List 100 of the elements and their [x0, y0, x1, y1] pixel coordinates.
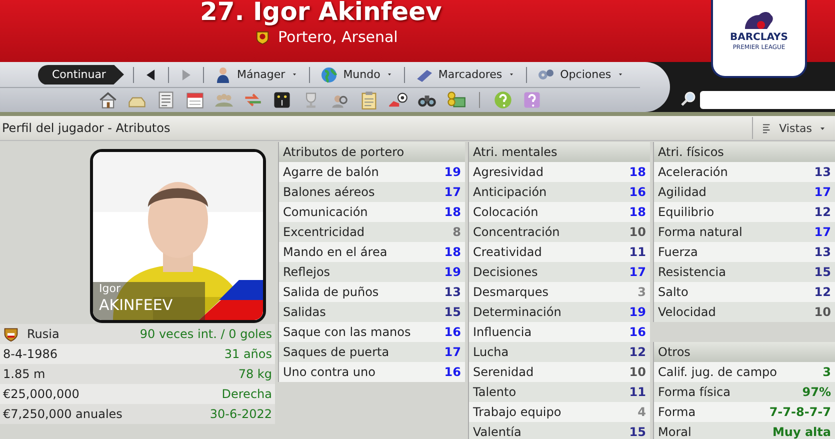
attribute-name: Serenidad — [473, 365, 534, 379]
attribute-name: Creatividad — [473, 245, 542, 259]
attribute-name: Mando en el área — [283, 245, 388, 259]
attribute-name: Anticipación — [473, 185, 547, 199]
logo-text: BARCLAYS — [730, 32, 788, 44]
attribute-name: Calif. jug. de campo — [658, 365, 777, 379]
attribute-value: 16 — [629, 325, 646, 339]
attribute-name: Desmarques — [473, 285, 548, 299]
attribute-value: Muy alta — [772, 425, 831, 439]
attribute-value: 17 — [814, 185, 831, 199]
info-text: €7,250,000 anuales — [3, 407, 122, 421]
info-text: 1.85 m — [3, 367, 46, 381]
attribute-value: 4 — [638, 405, 646, 419]
home-icon[interactable] — [98, 90, 118, 110]
menu-button[interactable]: Mundo — [319, 66, 396, 84]
info-value: 30-6-2022 — [210, 407, 272, 421]
attribute-name: Aceleración — [658, 165, 728, 179]
attribute-name: Agarre de balón — [283, 165, 379, 179]
attribute-value: 15 — [629, 425, 646, 439]
attribute-name: Balones aéreos — [283, 185, 375, 199]
attribute-value: 13 — [814, 245, 831, 259]
attribute-value: 16 — [444, 325, 461, 339]
attribute-value: 17 — [444, 185, 461, 199]
attribute-value: 16 — [444, 365, 461, 379]
globe-icon — [320, 66, 338, 84]
attribute-value: 19 — [629, 305, 646, 319]
attribute-value: 3 — [822, 365, 831, 379]
attribute-name: Forma física — [658, 385, 730, 399]
attribute-name: Salida de puños — [283, 285, 379, 299]
attribute-name: Moral — [658, 425, 692, 439]
search-field[interactable] — [700, 91, 835, 109]
menu-button[interactable]: Marcadores — [414, 66, 518, 84]
badge-first-name: Igor — [99, 282, 122, 295]
attribute-name: Colocación — [473, 205, 538, 219]
attribute-value: 12 — [814, 205, 831, 219]
attribute-name: Salto — [658, 285, 688, 299]
attribute-value: 15 — [814, 265, 831, 279]
crest-icon — [255, 30, 270, 44]
info-value: 31 años — [224, 347, 272, 361]
attribute-name: Saques de puerta — [283, 345, 390, 359]
newspaper-icon[interactable] — [156, 90, 176, 110]
attribute-name: Reflejos — [283, 265, 330, 279]
attribute-value: 11 — [629, 385, 646, 399]
table-header: Atributos de portero — [279, 142, 465, 162]
search-icon[interactable] — [680, 91, 696, 107]
help-icon[interactable] — [522, 90, 542, 110]
player-title: 27. Igor Akinfeev — [200, 0, 442, 26]
attribute-value: 7-7-8-7-7 — [769, 405, 831, 419]
attribute-name: Forma — [658, 405, 696, 419]
menu-button[interactable]: Mánager — [212, 66, 300, 84]
attribute-value: 10 — [814, 305, 831, 319]
help-icon[interactable] — [493, 90, 513, 110]
badge-last-name: AKINFEEV — [99, 295, 174, 315]
attribute-name: Agresividad — [473, 165, 544, 179]
views-button[interactable]: Vistas — [752, 117, 833, 139]
attribute-name: Fuerza — [658, 245, 698, 259]
clipboard-icon[interactable] — [359, 90, 379, 110]
attribute-value: 11 — [629, 245, 646, 259]
attribute-value: 15 — [444, 305, 461, 319]
page-title: Perfil del jugador - Atributos — [1, 121, 170, 135]
attribute-value: 97% — [802, 385, 831, 399]
attribute-name: Salidas — [283, 305, 326, 319]
attribute-value: 18 — [444, 245, 461, 259]
continue-button[interactable]: Continuar — [38, 64, 124, 84]
attribute-value: 8 — [452, 225, 461, 239]
crest-icon — [3, 326, 19, 342]
attribute-name: Resistencia — [658, 265, 726, 279]
attribute-value: 17 — [444, 345, 461, 359]
attribute-value: 12 — [814, 285, 831, 299]
attribute-name: Saque con las manos — [283, 325, 411, 339]
table-header: Otros — [654, 342, 835, 362]
attribute-value: 19 — [444, 265, 461, 279]
attribute-name: Comunicación — [283, 205, 368, 219]
attribute-value: 19 — [444, 165, 461, 179]
attribute-name: Agilidad — [658, 185, 706, 199]
attribute-value: 3 — [638, 285, 646, 299]
table-header: Atri. mentales — [469, 142, 650, 162]
attribute-value: 18 — [629, 165, 646, 179]
attribute-name: Velocidad — [658, 305, 716, 319]
tactics-board-icon[interactable] — [272, 90, 292, 110]
attribute-value: 17 — [814, 225, 831, 239]
calendar-icon[interactable] — [185, 90, 205, 110]
info-value: 78 kg — [238, 367, 272, 381]
attribute-value: 18 — [444, 205, 461, 219]
attribute-value: 16 — [629, 185, 646, 199]
attribute-value: 12 — [629, 345, 646, 359]
attribute-value: 13 — [444, 285, 461, 299]
attribute-value: 17 — [629, 265, 646, 279]
info-text: €25,000,000 — [3, 387, 80, 401]
attribute-name: Talento — [473, 385, 516, 399]
attribute-name: Valentía — [473, 425, 522, 439]
money-icon[interactable] — [446, 90, 466, 110]
info-value: 90 veces int. / 0 goles — [140, 327, 272, 341]
info-value: Derecha — [222, 387, 272, 401]
attribute-name: Decisiones — [473, 265, 538, 279]
player-subtitle: Portero, Arsenal — [278, 28, 398, 46]
attribute-value: 10 — [629, 225, 646, 239]
menu-button[interactable]: Opciones — [536, 66, 626, 84]
attribute-value: 10 — [629, 365, 646, 379]
attribute-value: 13 — [814, 165, 831, 179]
